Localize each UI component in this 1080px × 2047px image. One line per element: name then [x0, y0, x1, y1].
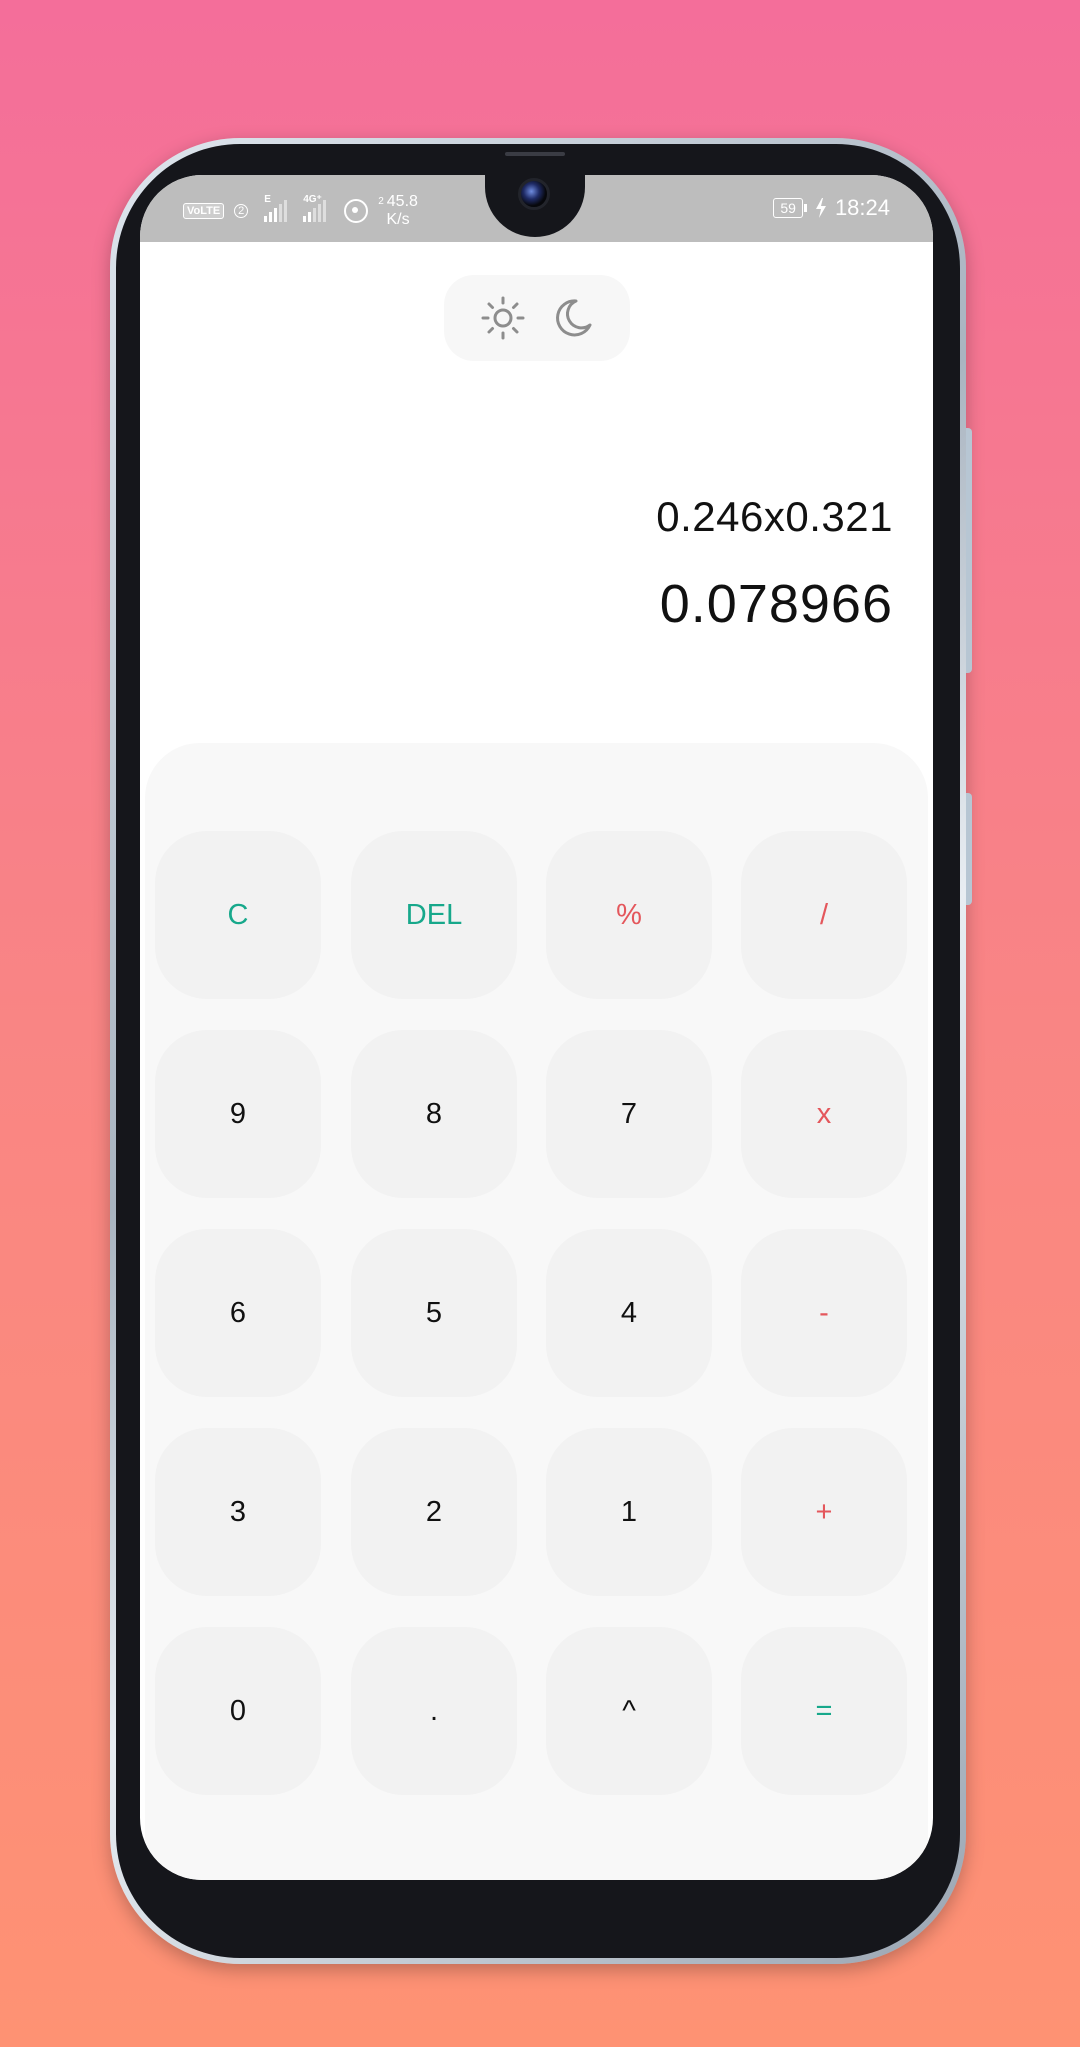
subtract-button[interactable]: - — [741, 1229, 907, 1397]
digit-7-button[interactable]: 7 — [546, 1030, 712, 1198]
clock: 18:24 — [834, 195, 890, 220]
speed-value: 45.8 — [386, 193, 418, 210]
result-display: 0.078966 — [659, 574, 893, 634]
clear-button[interactable]: C — [155, 831, 321, 999]
multiply-button[interactable]: x — [741, 1030, 907, 1198]
signal-icon: E — [264, 194, 288, 222]
status-left: VoLTE 2 E 4G⁺ 2 45.8 K/s — [183, 193, 418, 229]
signal-icon: 4G⁺ — [303, 194, 327, 222]
theme-toggle — [444, 275, 630, 361]
digit-0-button[interactable]: 0 — [155, 1627, 321, 1795]
volte-badge: VoLTE — [183, 203, 225, 219]
speed-unit: K/s — [386, 211, 410, 228]
digit-3-button[interactable]: 3 — [155, 1428, 321, 1596]
digit-2-button[interactable]: 2 — [351, 1428, 517, 1596]
digit-4-button[interactable]: 4 — [546, 1229, 712, 1397]
earpiece — [505, 152, 565, 156]
power-button-hardware — [966, 793, 972, 905]
digit-9-button[interactable]: 9 — [155, 1030, 321, 1198]
hotspot-icon — [344, 199, 369, 223]
sun-icon[interactable] — [480, 295, 526, 341]
charging-icon — [815, 198, 826, 218]
speed-superscript: 2 — [378, 196, 384, 207]
app-screen: VoLTE 2 E 4G⁺ 2 45.8 K/s 59 18:24 0.246x… — [140, 175, 933, 1880]
moon-icon[interactable] — [552, 297, 594, 339]
keypad: C DEL%/ 9 8 7 x 6 5 4- 3 2 1 +0. ^ = — [145, 743, 928, 1880]
network-speed: 2 45.8 K/s — [378, 193, 418, 229]
status-right: 59 18:24 — [773, 195, 890, 221]
network-type-label: E — [264, 194, 271, 205]
add-button[interactable]: + — [741, 1428, 907, 1596]
digit-6-button[interactable]: 6 — [155, 1229, 321, 1397]
digit-8-button[interactable]: 8 — [351, 1030, 517, 1198]
divide-button[interactable]: / — [741, 831, 907, 999]
expression-display: 0.246x0.321 — [656, 493, 893, 540]
equals-button[interactable]: = — [741, 1627, 907, 1795]
decimal-button[interactable]: . — [351, 1627, 517, 1795]
digit-1-button[interactable]: 1 — [546, 1428, 712, 1596]
digit-5-button[interactable]: 5 — [351, 1229, 517, 1397]
front-camera — [518, 178, 550, 210]
battery-icon: 59 — [773, 198, 807, 218]
delete-button[interactable]: DEL — [351, 831, 517, 999]
volume-button — [966, 428, 972, 673]
power-button[interactable]: ^ — [546, 1627, 712, 1795]
percent-button[interactable]: % — [546, 831, 712, 999]
sim-indicator: 2 — [234, 204, 249, 218]
